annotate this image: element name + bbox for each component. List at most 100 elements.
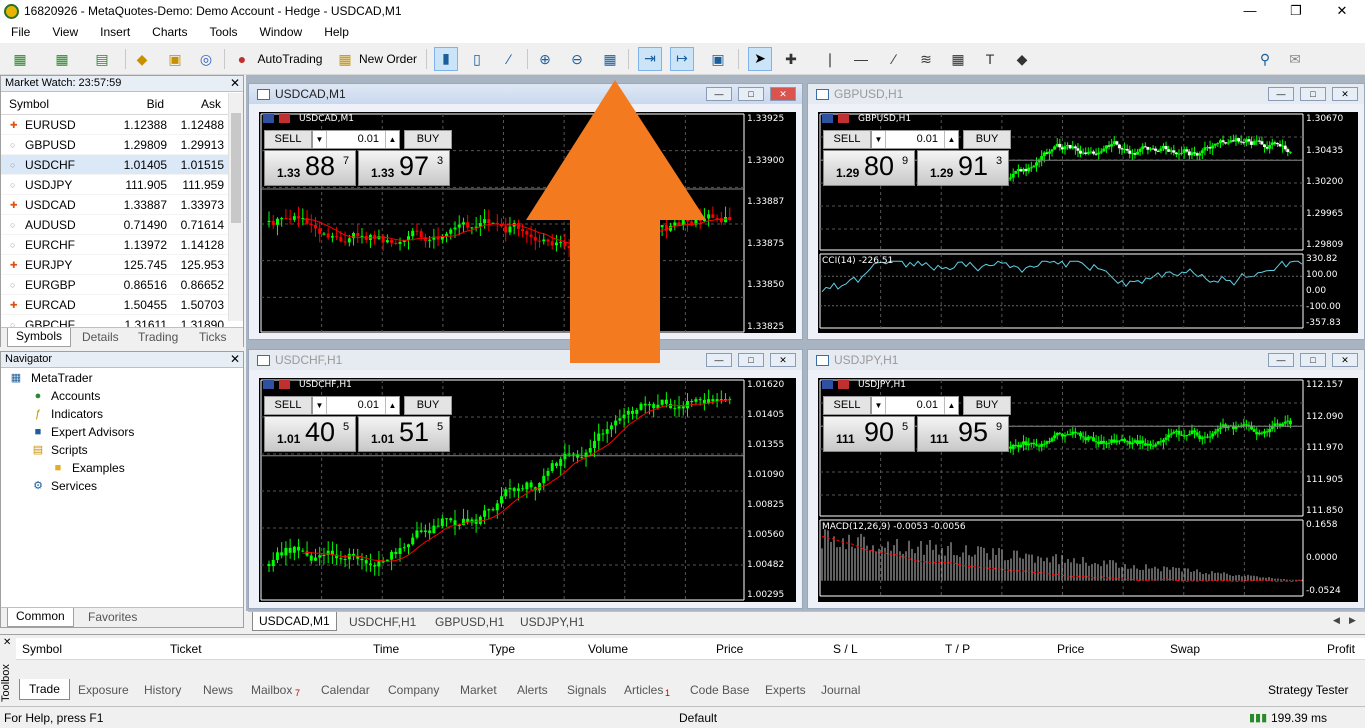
nav-metatrader[interactable]: MetaTrader — [31, 371, 93, 385]
buy-quote[interactable]: 111 95 9 — [917, 416, 1009, 452]
market-watch-row[interactable]: ○ EURGBP 0.86516 0.86652 — [1, 275, 229, 295]
chart-window[interactable]: USDCHF,H1— □ ✕ USDCHF,H1 SELL ▼ 0.01 ▲ BUY 1.01 40… — [248, 349, 803, 609]
chevron-up-icon[interactable]: ▲ — [385, 131, 399, 148]
tab-usdcad[interactable]: USDCAD,M1 — [252, 612, 337, 631]
zoom-out-icon[interactable]: ⊖ — [567, 49, 587, 69]
col-symbol[interactable]: Symbol — [22, 642, 62, 656]
price-chart[interactable]: USDCHF,H1 SELL ▼ 0.01 ▲ BUY 1.01 40 5 1.01 51 5 1.01… — [259, 378, 796, 602]
col-price2[interactable]: Price — [1057, 642, 1084, 656]
zoom-in-icon[interactable]: ⊕ — [535, 49, 555, 69]
column-symbol[interactable]: Symbol — [9, 97, 49, 111]
tab-market[interactable]: Market — [460, 683, 497, 697]
profiles-icon[interactable]: ▦ — [52, 49, 72, 69]
tab-history[interactable]: History — [144, 683, 181, 697]
autoscroll-icon[interactable]: ⇥ — [638, 47, 662, 71]
col-price[interactable]: Price — [716, 642, 743, 656]
col-type[interactable]: Type — [489, 642, 515, 656]
tab-gbpusd[interactable]: GBPUSD,H1 — [435, 615, 504, 629]
candlestick-icon[interactable]: ▯ — [467, 49, 487, 69]
sell-quote[interactable]: 111 90 5 — [823, 416, 915, 452]
close-icon[interactable]: ✕ — [770, 353, 796, 367]
lot-size-input[interactable]: ▼ 0.01 ▲ — [312, 130, 400, 149]
tab-common[interactable]: Common — [7, 608, 74, 627]
buy-quote[interactable]: 1.33 97 3 — [358, 150, 450, 186]
tab-symbols[interactable]: Symbols — [7, 328, 72, 347]
close-icon[interactable]: ✕ — [770, 87, 796, 101]
templates-icon[interactable]: ▤ — [92, 49, 112, 69]
nav-indicators[interactable]: Indicators — [51, 407, 103, 421]
sell-button[interactable]: SELL — [823, 396, 871, 415]
bar-chart-icon[interactable]: ▮ — [434, 47, 458, 71]
chevron-down-icon[interactable]: ▼ — [872, 131, 886, 148]
menu-charts[interactable]: Charts — [141, 23, 198, 39]
search-icon[interactable]: ⚲ — [1255, 49, 1275, 69]
chart-window[interactable]: USDJPY,H1 — □ ✕ USDJPY,H1 SELL ▼ 0.01 ▲ BUY 111 90 5… — [807, 349, 1365, 609]
sell-button[interactable]: SELL — [823, 130, 871, 149]
buy-button[interactable]: BUY — [963, 396, 1011, 415]
new-order-icon[interactable]: ▦ — [335, 49, 355, 69]
vertical-line-icon[interactable]: ❘ — [820, 49, 840, 69]
chat-icon[interactable]: ✉ — [1285, 49, 1305, 69]
sell-quote[interactable]: 1.29 80 9 — [823, 150, 915, 186]
autotrading-icon[interactable]: ● — [232, 49, 252, 69]
buy-button[interactable]: BUY — [404, 396, 452, 415]
new-order-button[interactable]: New Order — [356, 47, 420, 71]
nav-services[interactable]: Services — [51, 479, 97, 493]
menu-window[interactable]: Window — [249, 23, 314, 39]
buy-button[interactable]: BUY — [404, 130, 452, 149]
cursor-icon[interactable]: ➤ — [748, 47, 772, 71]
tab-mailbox[interactable]: Mailbox — [251, 683, 292, 697]
sell-button[interactable]: SELL — [264, 130, 312, 149]
crosshair-icon[interactable]: ✚ — [781, 49, 801, 69]
indicators-icon[interactable]: ▣ — [708, 49, 728, 69]
chevron-up-icon[interactable]: ▲ — [385, 397, 399, 414]
horizontal-line-icon[interactable]: — — [851, 49, 871, 69]
trendline-icon[interactable]: ∕ — [884, 49, 904, 69]
tab-alerts[interactable]: Alerts — [517, 683, 548, 697]
tab-code-base[interactable]: Code Base — [690, 683, 749, 697]
line-chart-icon[interactable]: ∕ — [499, 49, 519, 69]
minimize-icon[interactable]: — — [1227, 0, 1273, 23]
tile-windows-icon[interactable]: ▦ — [600, 49, 620, 69]
experts-icon[interactable]: ▣ — [165, 49, 185, 69]
sell-button[interactable]: SELL — [264, 396, 312, 415]
tab-signals[interactable]: Signals — [567, 683, 606, 697]
market-watch-row[interactable]: ○ USDCHF 1.01405 1.01515 — [1, 155, 229, 175]
tab-usdchf[interactable]: USDCHF,H1 — [349, 615, 416, 629]
toolbox-close-icon[interactable]: ✕ — [3, 637, 11, 648]
col-tp[interactable]: T / P — [945, 642, 970, 656]
menu-insert[interactable]: Insert — [89, 23, 141, 39]
col-sl[interactable]: S / L — [833, 642, 858, 656]
col-volume[interactable]: Volume — [588, 642, 628, 656]
col-swap[interactable]: Swap — [1170, 642, 1200, 656]
tab-news[interactable]: News — [203, 683, 233, 697]
market-watch-row[interactable]: ✚ EURJPY 125.745 125.953 — [1, 255, 229, 275]
toolbox-scrollbar[interactable] — [16, 661, 1365, 675]
maximize-icon[interactable]: □ — [1300, 353, 1326, 367]
tab-company[interactable]: Company — [388, 683, 439, 697]
market-watch-row[interactable]: ✚ EURCAD 1.50455 1.50703 — [1, 295, 229, 315]
lot-size-input[interactable]: ▼ 0.01 ▲ — [871, 396, 959, 415]
market-watch-row[interactable]: ○ USDJPY 111.905 111.959 — [1, 175, 229, 195]
restore-icon[interactable]: ❐ — [1273, 0, 1319, 23]
close-icon[interactable]: ✕ — [1319, 0, 1365, 23]
tab-journal[interactable]: Journal — [821, 683, 860, 697]
buy-quote[interactable]: 1.29 91 3 — [917, 150, 1009, 186]
tab-details[interactable]: Details — [82, 330, 119, 344]
sell-quote[interactable]: 1.33 88 7 — [264, 150, 356, 186]
scroll-right-icon[interactable]: ▶ — [1349, 615, 1356, 626]
chart-shift-icon[interactable]: ↦ — [670, 47, 694, 71]
autotrading-button[interactable]: AutoTrading — [255, 47, 325, 71]
chevron-up-icon[interactable]: ▲ — [944, 131, 958, 148]
col-profit[interactable]: Profit — [1327, 642, 1355, 656]
shapes-icon[interactable]: ◆ — [1012, 49, 1032, 69]
minimize-icon[interactable]: — — [1268, 353, 1294, 367]
nav-expert-advisors[interactable]: Expert Advisors — [51, 425, 134, 439]
menu-tools[interactable]: Tools — [199, 23, 249, 39]
close-icon[interactable]: ✕ — [1332, 353, 1358, 367]
fibonacci-icon[interactable]: ▦ — [948, 49, 968, 69]
tab-articles[interactable]: Articles — [624, 683, 663, 697]
tab-usdjpy[interactable]: USDJPY,H1 — [520, 615, 584, 629]
chevron-down-icon[interactable]: ▼ — [313, 397, 327, 414]
market-watch-row[interactable]: ○ EURCHF 1.13972 1.14128 — [1, 235, 229, 255]
